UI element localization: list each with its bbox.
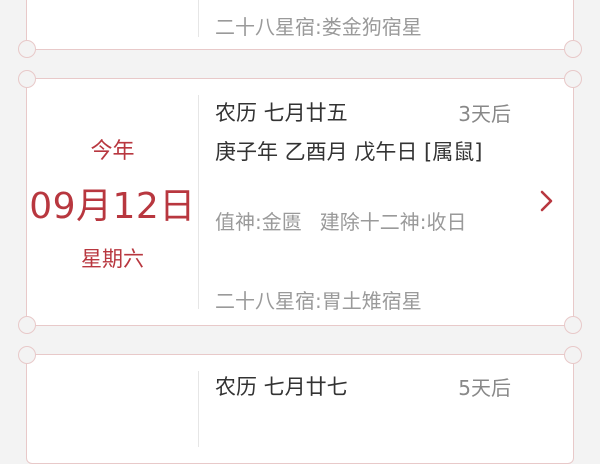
days-after-badge: 3天后 (458, 102, 511, 126)
year-label: 今年 (90, 139, 135, 164)
mansion-text: 二十八星宿:胃土雉宿星 (215, 289, 422, 313)
lunar-date: 农历 七月廿五 (215, 101, 348, 125)
date-card[interactable]: 二十八星宿:娄金狗宿星 (18, 0, 582, 58)
card-divider (198, 95, 199, 309)
twelve-gods: 建除十二神:收日 (319, 210, 467, 234)
date-label: 09月12日 (29, 186, 196, 227)
card-notch (564, 40, 582, 58)
date-block: 今年 09月12日 星期六 (27, 79, 198, 325)
date-card[interactable]: 今年 09月12日 星期六 农历 七月廿五 3天后 庚子年 乙酉月 戊午日 [属… (18, 70, 582, 334)
card-notch (564, 316, 582, 334)
card-notch (18, 40, 36, 58)
card-divider (198, 371, 199, 447)
card-notch (564, 346, 582, 364)
weekday-label: 星期六 (81, 247, 144, 271)
card-notch (18, 346, 36, 364)
card-divider (198, 0, 199, 37)
mansion-text: 二十八星宿:娄金狗宿星 (215, 15, 422, 39)
chevron-right-icon[interactable] (535, 187, 559, 215)
duty-god: 值神:金匮 (215, 210, 302, 234)
days-after-badge: 5天后 (458, 376, 511, 400)
lunar-date: 农历 七月廿七 (215, 375, 348, 399)
card-notch (564, 70, 582, 88)
duty-info: 值神:金匮 建除十二神:收日 (215, 207, 517, 238)
date-card[interactable]: 农历 七月廿七 5天后 (18, 346, 582, 464)
ganzhi-text: 庚子年 乙酉月 戊午日 [属鼠] (215, 140, 483, 164)
